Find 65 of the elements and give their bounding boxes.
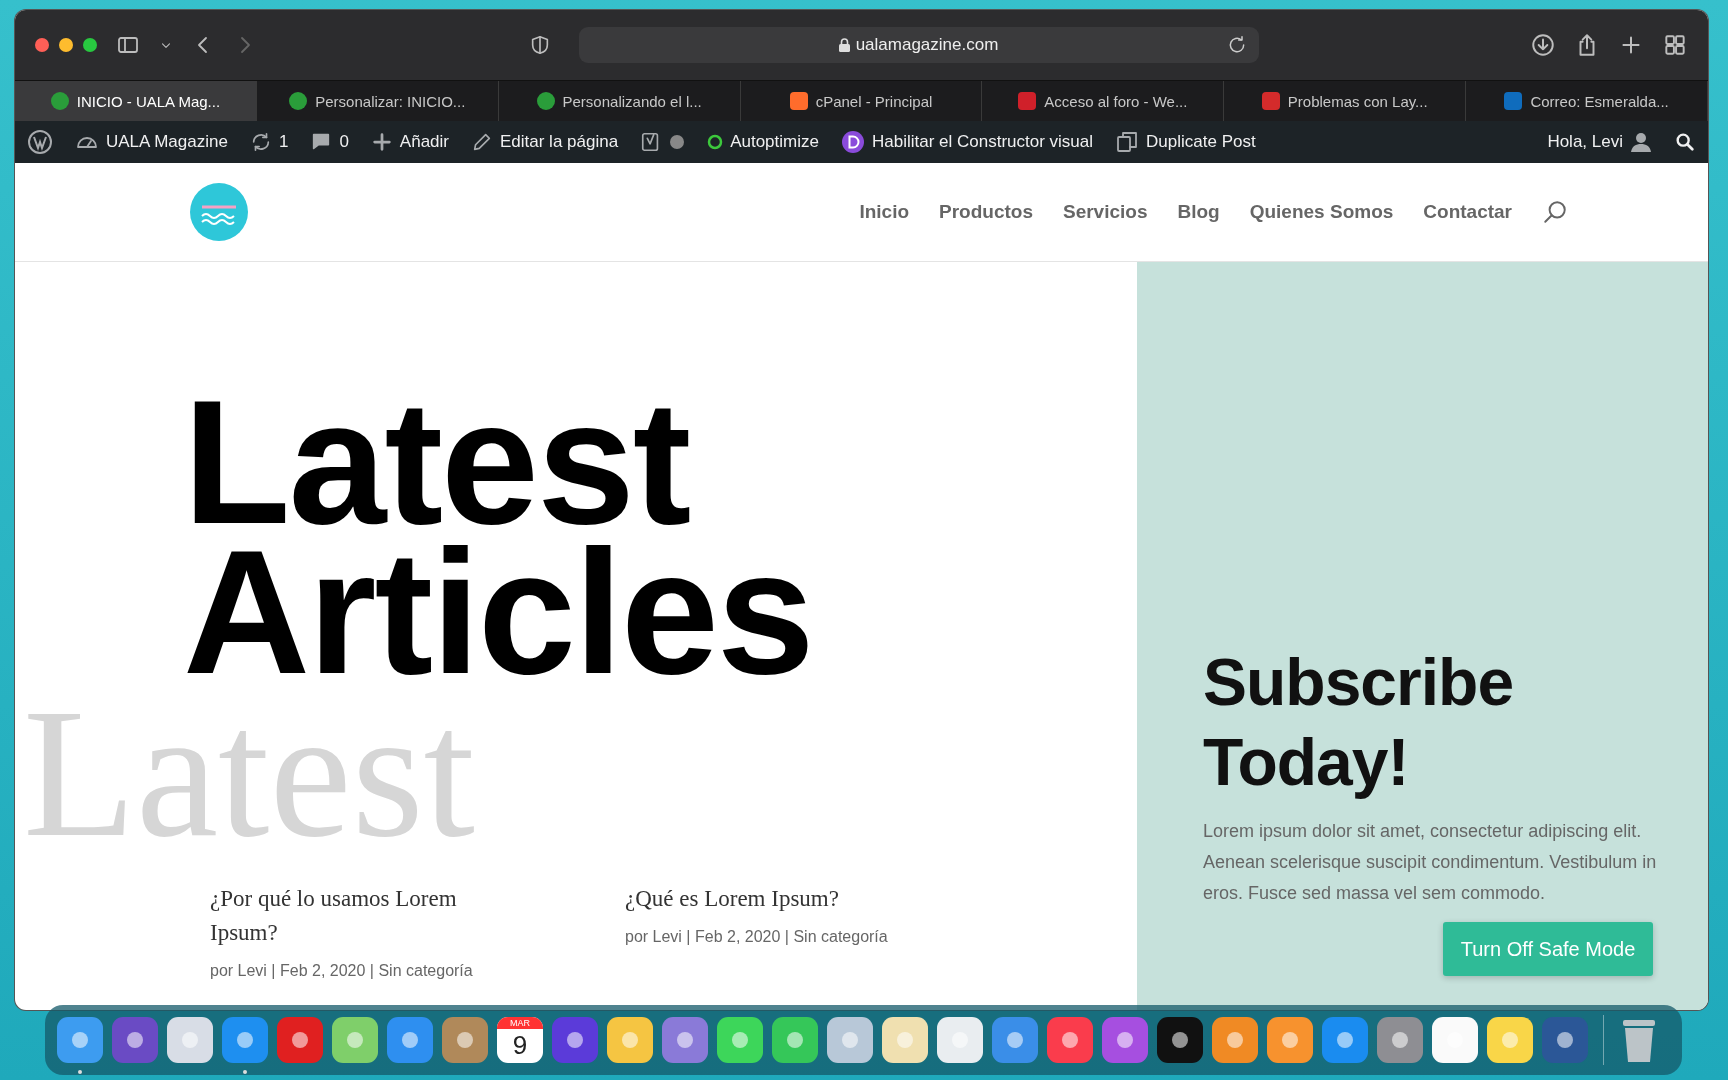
app-icon[interactable]: [992, 1017, 1038, 1063]
app-icon[interactable]: [1212, 1017, 1258, 1063]
close-button[interactable]: [35, 38, 49, 52]
app-icon[interactable]: [1322, 1017, 1368, 1063]
page-heading: Latest: [183, 387, 690, 537]
add-new-link[interactable]: Añadir: [370, 131, 449, 153]
comments-link[interactable]: 0: [310, 131, 349, 153]
duplicate-post-link[interactable]: Duplicate Post: [1115, 130, 1256, 154]
app-icon[interactable]: [1047, 1017, 1093, 1063]
nav-link[interactable]: Quienes Somos: [1249, 201, 1394, 223]
post-title-link[interactable]: ¿Por qué lo usamos Lorem Ipsum?: [210, 882, 500, 950]
post-meta: por Levi | Feb 2, 2020 | Sin categoría: [210, 962, 474, 980]
minimize-button[interactable]: [59, 38, 73, 52]
user-icon: [1630, 131, 1652, 153]
app-icon[interactable]: [772, 1017, 818, 1063]
app-icon[interactable]: [112, 1017, 158, 1063]
wordpress-logo-icon[interactable]: [27, 129, 53, 155]
autoptimize-link[interactable]: Autoptimize: [707, 132, 819, 152]
pencil-icon[interactable]: [471, 131, 493, 153]
download-icon[interactable]: [1530, 32, 1556, 58]
lock-icon: [838, 38, 850, 52]
account-menu[interactable]: Hola, Levi: [1547, 131, 1652, 153]
search-icon[interactable]: [1674, 131, 1696, 153]
app-icon[interactable]: [167, 1017, 213, 1063]
app-icon[interactable]: [387, 1017, 433, 1063]
app-icon[interactable]: [1377, 1017, 1423, 1063]
app-icon[interactable]: [1157, 1017, 1203, 1063]
app-icon[interactable]: [662, 1017, 708, 1063]
nav-link[interactable]: Blog: [1177, 201, 1220, 223]
page-heading: Articles: [183, 537, 813, 687]
browser-tab[interactable]: INICIO - UALA Mag...: [15, 81, 257, 121]
ring-icon: [707, 134, 724, 150]
edit-page-link[interactable]: Editar la página: [471, 131, 619, 153]
plus-icon[interactable]: [370, 131, 393, 153]
app-icon[interactable]: [277, 1017, 323, 1063]
subscribe-text: Lorem ipsum dolor sit amet, consectetur adipiscing elit. Aenean scelerisque suscipit condimentum. Vestibulum in eros. Fusce sed massa vel sem commodo.: [1203, 820, 1658, 905]
visual-builder-link[interactable]: Habilitar el Constructor visual: [840, 130, 1094, 154]
updates-link[interactable]: 1: [249, 131, 289, 153]
nav-link[interactable]: Productos: [939, 201, 1033, 223]
status-dot-icon: [669, 134, 686, 150]
zoom-button[interactable]: [83, 38, 97, 52]
app-icon[interactable]: [1102, 1017, 1148, 1063]
app-icon[interactable]: [552, 1017, 598, 1063]
app-icon[interactable]: [1432, 1017, 1478, 1063]
app-icon[interactable]: [1487, 1017, 1533, 1063]
app-icon[interactable]: [937, 1017, 983, 1063]
app-icon[interactable]: [1267, 1017, 1313, 1063]
app-icon[interactable]: [827, 1017, 873, 1063]
app-icon[interactable]: [717, 1017, 763, 1063]
nav-link[interactable]: Contactar: [1423, 201, 1512, 223]
calendar-app-icon[interactable]: MAR 9: [497, 1017, 543, 1063]
site-menu[interactable]: UALA Magazine: [75, 130, 228, 154]
nav-link[interactable]: Inicio: [859, 201, 910, 223]
post-meta: por Levi | Feb 2, 2020 | Sin categoría: [625, 928, 889, 946]
address-bar[interactable]: ualamagazine.com: [578, 27, 1259, 63]
app-icon[interactable]: [332, 1017, 378, 1063]
app-icon[interactable]: [1542, 1017, 1588, 1063]
app-icon[interactable]: [607, 1017, 653, 1063]
nav-link[interactable]: Servicios: [1063, 201, 1148, 223]
app-icon[interactable]: [442, 1017, 488, 1063]
copy-icon[interactable]: [1115, 130, 1140, 154]
subscribe-heading: Subscribe Today!: [1203, 644, 1515, 801]
tab-overview-icon[interactable]: [1662, 32, 1688, 58]
app-icon[interactable]: [882, 1017, 928, 1063]
post-title-link[interactable]: ¿Qué es Lorem Ipsum?: [625, 882, 915, 916]
